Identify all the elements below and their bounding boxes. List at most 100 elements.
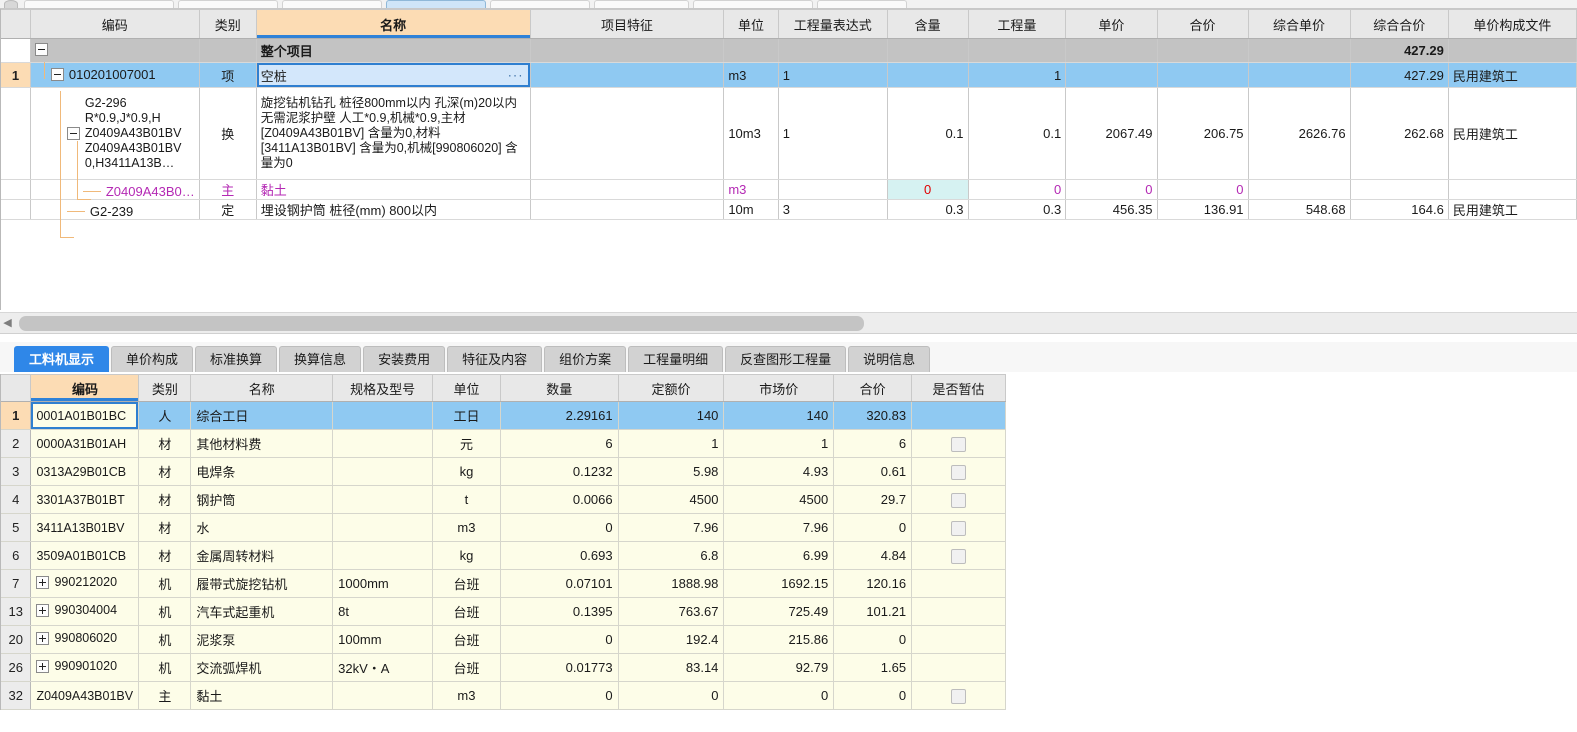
sub-cell-mktp[interactable]: 725.49 (723, 597, 835, 626)
sub-cell-mktp[interactable]: 1 (723, 429, 835, 458)
main-cell-ctotal[interactable]: 427.29 (1350, 38, 1449, 63)
bill-items-grid[interactable]: 编码 类别 名称 项目特征 单位 工程量表达式 含量 工程量 单价 合价 综合单价 综合合价 单价构成文… (0, 9, 1577, 310)
resource-table-row[interactable]: 13 990304004 机汽车式起重机 8t 台班 0.1395 763.67 725.49… (1, 597, 1006, 626)
sub-cell-name[interactable]: 黏土 (190, 681, 334, 710)
main-col-header-expr[interactable]: 工程量表达式 (778, 9, 888, 39)
main-row-number[interactable] (1, 38, 31, 63)
sub-row-number[interactable]: 13 (1, 597, 32, 626)
sub-cell-qty[interactable]: 2.29161 (500, 401, 619, 430)
sub-cell-mktp[interactable]: 6.99 (723, 541, 835, 570)
sub-col-header-total[interactable]: 合价 (833, 374, 913, 402)
sub-cell-unit[interactable]: 台班 (432, 569, 501, 598)
sub-row-number[interactable]: 5 (1, 513, 32, 542)
sub-col-header-mktp[interactable]: 市场价 (723, 374, 835, 402)
collapse-icon[interactable] (34, 42, 48, 56)
sub-cell-kind[interactable]: 材 (138, 457, 192, 486)
sub-cell-stdp[interactable]: 83.14 (618, 653, 725, 682)
provisional-checkbox-cell[interactable] (911, 457, 1006, 486)
main-cell-total[interactable] (1157, 38, 1249, 63)
sub-cell-spec[interactable]: 8t (332, 597, 434, 626)
detail-tab-3[interactable]: 换算信息 (279, 346, 362, 372)
sub-row-number[interactable]: 20 (1, 625, 32, 654)
detail-tab-1[interactable]: 单价构成 (111, 346, 194, 372)
sub-cell-stdp[interactable]: 6.8 (618, 541, 725, 570)
sub-col-header-unit[interactable]: 单位 (432, 374, 501, 402)
main-cell-unit[interactable]: 10m3 (723, 87, 779, 180)
sub-cell-total[interactable]: 29.7 (833, 485, 913, 514)
main-cell-name[interactable]: 旋挖钻机钻孔 桩径800mm以内 孔深(m)20以内 无需泥浆护壁 人工*0.9… (256, 87, 531, 180)
provisional-checkbox-cell[interactable] (911, 625, 1006, 654)
provisional-checkbox-cell[interactable] (911, 401, 1006, 430)
sub-cell-code[interactable]: 990212020 (30, 569, 140, 598)
main-col-header-total[interactable]: 合价 (1157, 9, 1249, 39)
main-cell-feature[interactable] (530, 62, 725, 88)
sub-cell-total[interactable]: 6 (833, 429, 913, 458)
main-col-header-code[interactable]: 编码 (30, 9, 200, 39)
main-cell-price[interactable]: 2067.49 (1065, 87, 1158, 180)
resource-table-row[interactable]: 2 0000A31B01AH 材其他材料费元 6 1 1 6 (1, 429, 1006, 458)
main-cell-feature[interactable] (530, 38, 725, 63)
sub-cell-total[interactable]: 4.84 (833, 541, 913, 570)
scrollbar-track[interactable] (15, 314, 1577, 332)
main-cell-name[interactable]: 黏土 (256, 179, 531, 200)
expand-icon[interactable] (36, 575, 50, 589)
main-table-row[interactable]: G2-239 定埋设钢护筒 桩径(mm) 800以内 10m 3 0.3 0.3 456.3… (1, 199, 1577, 220)
main-cell-feature[interactable] (530, 179, 725, 200)
sub-cell-code[interactable]: 0000A31B01AH (30, 429, 140, 458)
sub-cell-unit[interactable]: 台班 (432, 653, 501, 682)
resource-table-row[interactable]: 4 3301A37B01BT 材钢护筒 t 0.0066 4500 4500 29.7 (1, 485, 1006, 514)
detail-tab-4[interactable]: 安装费用 (363, 346, 446, 372)
main-cell-compose[interactable] (1448, 38, 1577, 63)
scrollbar-thumb[interactable] (19, 316, 864, 331)
main-cell-code[interactable]: G2-239 (30, 199, 200, 220)
resource-table-row[interactable]: 6 3509A01B01CB 材金属周转材料 kg 0.693 6.8 6.99 4.84 (1, 541, 1006, 570)
main-table-row[interactable]: 整个项目 427.29 (1, 38, 1577, 63)
app-menu-icon[interactable] (4, 0, 18, 8)
main-cell-cprice[interactable] (1248, 62, 1351, 88)
provisional-checkbox-cell[interactable] (911, 653, 1006, 682)
main-row-number[interactable] (1, 179, 31, 200)
resource-table-row[interactable]: 7 990212020 机履带式旋挖钻机 1000mm 台班 0.07101 1888.98… (1, 569, 1006, 598)
sub-col-header-code[interactable]: 编码 (30, 374, 140, 402)
sub-cell-qty[interactable]: 6 (500, 429, 619, 458)
main-cell-kind[interactable]: 定 (199, 199, 257, 220)
main-cell-content[interactable]: 0.1 (887, 87, 969, 180)
main-cell-total[interactable]: 0 (1157, 179, 1249, 200)
sub-cell-code[interactable]: 3509A01B01CB (30, 541, 140, 570)
horizontal-scrollbar[interactable]: ◀ (0, 312, 1577, 334)
main-cell-unit[interactable]: 10m (723, 199, 779, 220)
sub-cell-code[interactable]: 0001A01B01BC (30, 401, 140, 430)
main-cell-kind[interactable] (199, 38, 257, 63)
sub-cell-stdp[interactable]: 1 (618, 429, 725, 458)
main-cell-code[interactable]: G2-296 R*0.9,J*0.9,H Z0409A43B01BV Z0409… (30, 87, 200, 180)
sub-cell-spec[interactable] (332, 485, 434, 514)
top-tab-7[interactable] (817, 0, 907, 8)
collapse-icon[interactable] (50, 67, 64, 81)
main-cell-cprice[interactable] (1248, 38, 1351, 63)
expand-icon[interactable] (36, 603, 50, 617)
main-cell-unit[interactable]: m3 (723, 62, 779, 88)
resource-table-row[interactable]: 26 990901020 机交流弧焊机 32kV・A 台班 0.01773 83.14 92.… (1, 653, 1006, 682)
sub-cell-code[interactable]: 3301A37B01BT (30, 485, 140, 514)
main-cell-qty[interactable]: 1 (968, 62, 1067, 88)
sub-row-number[interactable]: 3 (1, 457, 32, 486)
sub-cell-kind[interactable]: 材 (138, 485, 192, 514)
sub-cell-stdp[interactable]: 192.4 (618, 625, 725, 654)
main-cell-total[interactable] (1157, 62, 1249, 88)
provisional-checkbox-cell[interactable] (911, 541, 1006, 570)
resource-detail-body[interactable]: 1 0001A01B01BC 人综合工日 工日 2.29161 140 140 320.83 2… (1, 401, 1006, 710)
sub-cell-mktp[interactable]: 140 (723, 401, 835, 430)
main-table-row[interactable]: 1 010201007001 项空桩 ··· m3 1 1 427.29 民用建筑工 (1, 62, 1577, 88)
detail-tab-7[interactable]: 工程量明细 (628, 346, 724, 372)
sub-cell-unit[interactable]: 台班 (432, 597, 501, 626)
main-cell-qty[interactable]: 0.3 (968, 199, 1067, 220)
sub-cell-code[interactable]: 990901020 (30, 653, 140, 682)
checkbox-icon[interactable] (951, 492, 967, 508)
checkbox-icon[interactable] (951, 688, 967, 704)
sub-cell-spec[interactable] (332, 681, 434, 710)
provisional-checkbox-cell[interactable] (911, 681, 1006, 710)
main-cell-qty[interactable]: 0 (968, 179, 1067, 200)
name-cell-ellipsis-button[interactable]: ··· (508, 69, 524, 82)
sub-cell-mktp[interactable]: 92.79 (723, 653, 835, 682)
sub-cell-total[interactable]: 0 (833, 513, 913, 542)
